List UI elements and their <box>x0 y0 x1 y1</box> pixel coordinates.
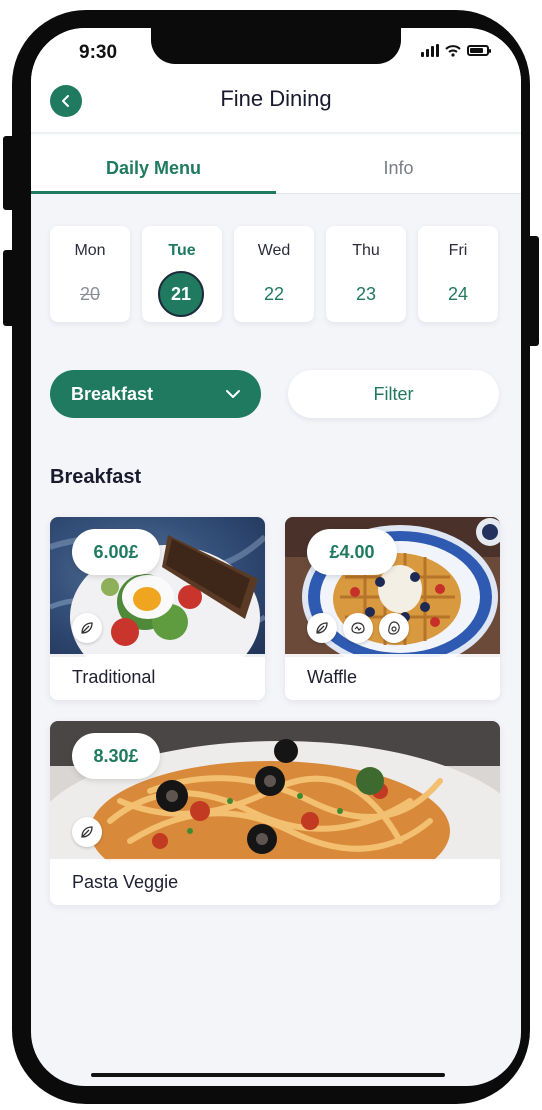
day-card-mon[interactable]: Mon 20 <box>50 226 130 322</box>
chevron-down-icon <box>226 390 240 398</box>
day-card-tue[interactable]: Tue 21 <box>142 226 222 322</box>
meal-type-label: Breakfast <box>71 383 154 404</box>
price-tag: 8.30£ <box>72 733 160 779</box>
dish-name: Pasta Veggie <box>50 859 500 905</box>
day-name: Wed <box>257 242 291 259</box>
home-indicator <box>91 1073 445 1077</box>
day-name: Thu <box>352 242 380 259</box>
wifi-icon <box>445 44 461 57</box>
volume-button <box>3 250 17 326</box>
app-screen: 9:30 Fine Dining Daily Menu Info Mon 20 … <box>31 28 521 1086</box>
day-name: Fri <box>448 242 468 259</box>
dish-card-pasta-veggie[interactable]: 8.30£ Pasta Veggie <box>50 721 500 905</box>
notch <box>151 28 401 64</box>
day-card-wed[interactable]: Wed 22 <box>234 226 314 322</box>
tab-daily-menu[interactable]: Daily Menu <box>31 158 276 179</box>
status-icons <box>421 44 491 57</box>
filter-button[interactable]: Filter <box>288 370 499 418</box>
vegetarian-leaf-icon <box>307 613 337 643</box>
status-time: 9:30 <box>79 42 118 63</box>
dish-name: Traditional <box>50 654 265 700</box>
day-name: Mon <box>74 242 106 259</box>
day-card-thu[interactable]: Thu 23 <box>326 226 406 322</box>
meal-type-dropdown[interactable]: Breakfast <box>50 370 261 418</box>
tab-divider <box>276 193 521 194</box>
header-divider <box>31 132 521 136</box>
power-button <box>525 236 539 346</box>
day-date: 20 <box>79 284 101 304</box>
page-title: Fine Dining <box>220 86 332 111</box>
mute-switch <box>3 136 17 210</box>
battery-icon <box>467 45 491 56</box>
tab-info[interactable]: Info <box>276 158 521 179</box>
price-tag: 6.00£ <box>72 529 160 575</box>
dish-card-waffle[interactable]: £4.00 Waffle <box>285 517 500 700</box>
egg-icon <box>379 613 409 643</box>
signal-icon <box>421 44 439 57</box>
vegetarian-leaf-icon <box>72 817 102 847</box>
day-card-fri[interactable]: Fri 24 <box>418 226 498 322</box>
vegetarian-leaf-icon <box>72 613 102 643</box>
dairy-icon <box>343 613 373 643</box>
day-date: 22 <box>263 284 285 304</box>
day-date: 24 <box>447 284 469 304</box>
dish-name: Waffle <box>285 654 500 700</box>
day-date: 23 <box>355 284 377 304</box>
price-tag: £4.00 <box>307 529 397 575</box>
section-title: Breakfast <box>50 466 142 488</box>
dish-card-traditional[interactable]: 6.00£ Traditional <box>50 517 265 700</box>
day-date: 21 <box>158 271 204 317</box>
active-tab-indicator <box>31 191 276 194</box>
day-name: Tue <box>168 242 196 259</box>
